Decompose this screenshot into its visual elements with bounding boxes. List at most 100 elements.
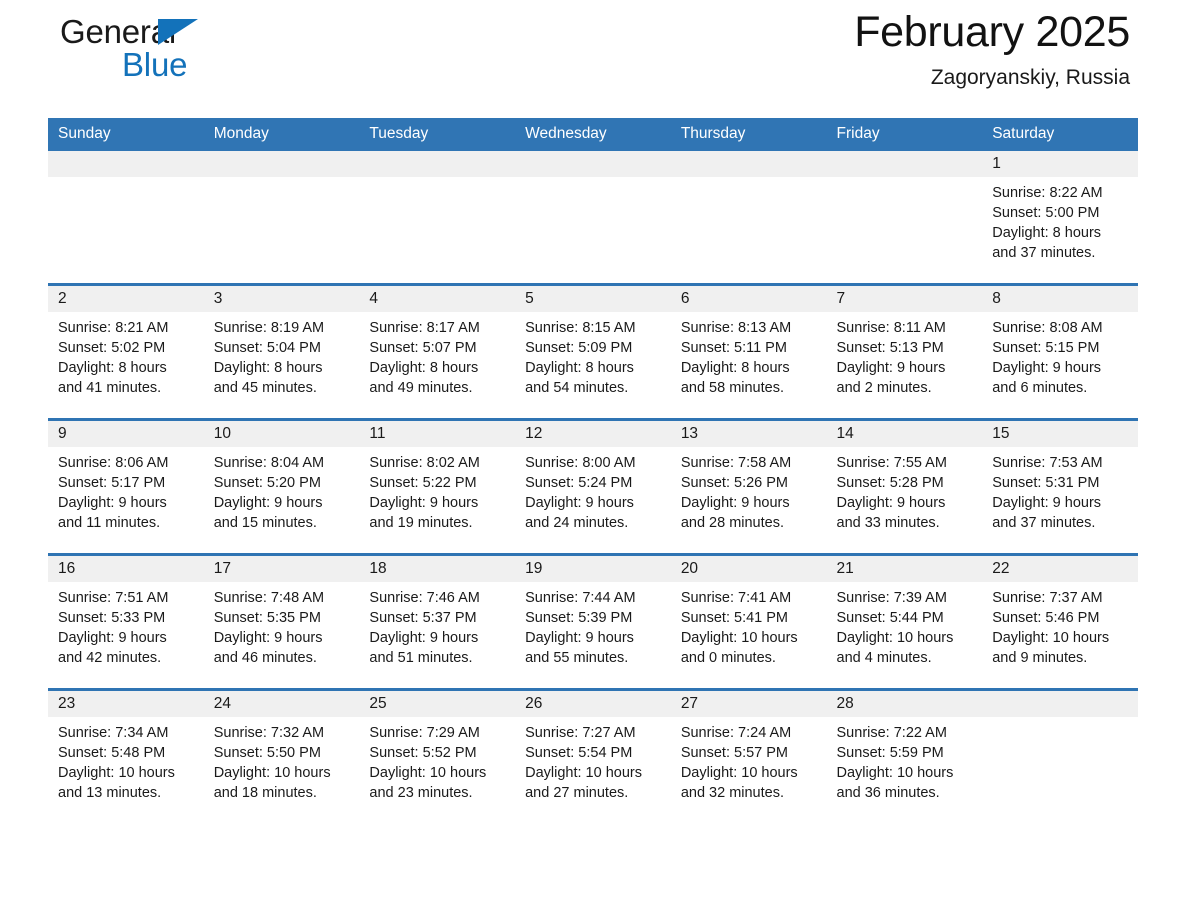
calendar-day-cell[interactable]: 4 Sunrise: 8:17 AM Sunset: 5:07 PM Daylight…	[359, 283, 516, 420]
daylight-text: Daylight: 9 hours	[213, 495, 323, 511]
daylight-text: and 0 minutes.	[680, 650, 776, 666]
day-number: 2	[48, 286, 204, 312]
daylight-text: Daylight: 10 hours	[369, 765, 487, 781]
day-details: Sunrise: 8:11 AM Sunset: 5:13 PM Daylight:…	[827, 312, 983, 398]
calendar-day-cell[interactable]: 7 Sunrise: 8:11 AM Sunset: 5:13 PM Daylight…	[826, 283, 983, 420]
sunrise-text: Sunrise: 8:13 AM	[680, 320, 792, 336]
daylight-text: and 24 minutes.	[525, 515, 629, 531]
day-number: 19	[515, 556, 671, 582]
calendar-day-cell[interactable]: 8 Sunrise: 8:08 AM Sunset: 5:15 PM Daylight…	[982, 283, 1138, 420]
day-details: Sunrise: 7:55 AM Sunset: 5:28 PM Daylight:…	[827, 447, 983, 533]
weekday-header-sunday: Sunday	[48, 118, 204, 151]
calendar-day-cell[interactable]: 19 Sunrise: 7:44 AM Sunset: 5:39 PM Dayligh…	[515, 553, 671, 690]
day-details: Sunrise: 7:48 AM Sunset: 5:35 PM Daylight:…	[204, 582, 360, 668]
daylight-text: and 37 minutes.	[992, 515, 1096, 531]
day-number: 16	[48, 556, 204, 582]
calendar-day-cell[interactable]: 28 Sunrise: 7:22 AM Sunset: 5:59 PM Dayligh…	[826, 688, 983, 823]
day-number: 17	[203, 556, 360, 582]
calendar-day-cell[interactable]: 1 Sunrise: 8:22 AM Sunset: 5:00 PM Daylight…	[982, 151, 1138, 285]
daylight-text: Daylight: 8 hours	[369, 360, 479, 376]
calendar-day-cell[interactable]: 14 Sunrise: 7:55 AM Sunset: 5:28 PM Dayligh…	[826, 418, 983, 555]
daylight-text: Daylight: 9 hours	[680, 495, 790, 511]
day-details: Sunrise: 8:06 AM Sunset: 5:17 PM Daylight:…	[48, 447, 204, 533]
day-number: 13	[670, 421, 827, 447]
day-details: Sunrise: 8:19 AM Sunset: 5:04 PM Daylight:…	[204, 312, 360, 398]
sunset-text: Sunset: 5:00 PM	[992, 205, 1100, 221]
day-details: Sunrise: 8:02 AM Sunset: 5:22 PM Daylight:…	[359, 447, 515, 533]
sunrise-text: Sunrise: 7:51 AM	[58, 590, 169, 606]
day-details	[982, 717, 1138, 723]
daylight-text: and 45 minutes.	[213, 380, 317, 396]
day-details: Sunrise: 8:08 AM Sunset: 5:15 PM Daylight:…	[982, 312, 1138, 398]
calendar-body: 1 Sunrise: 8:22 AM Sunset: 5:00 PM Daylight…	[48, 151, 1138, 823]
day-number: 7	[826, 286, 983, 312]
sunset-text: Sunset: 5:41 PM	[680, 610, 789, 626]
calendar-day-cell[interactable]: 5 Sunrise: 8:15 AM Sunset: 5:09 PM Daylight…	[515, 283, 671, 420]
sunset-text: Sunset: 5:44 PM	[836, 610, 944, 626]
daylight-text: Daylight: 9 hours	[836, 495, 946, 511]
calendar-day-cell[interactable]: 21 Sunrise: 7:39 AM Sunset: 5:44 PM Dayligh…	[826, 553, 983, 690]
day-details: Sunrise: 7:27 AM Sunset: 5:54 PM Daylight:…	[515, 717, 671, 803]
sunrise-text: Sunrise: 7:41 AM	[680, 590, 792, 606]
calendar-day-cell[interactable]: 16 Sunrise: 7:51 AM Sunset: 5:33 PM Dayligh…	[48, 553, 204, 690]
weekday-header-tuesday: Tuesday	[359, 118, 516, 151]
sunset-text: Sunset: 5:02 PM	[58, 340, 166, 356]
calendar-day-cell[interactable]: 27 Sunrise: 7:24 AM Sunset: 5:57 PM Dayligh…	[670, 688, 827, 823]
calendar-day-cell[interactable]: 2 Sunrise: 8:21 AM Sunset: 5:02 PM Daylight…	[48, 283, 204, 420]
calendar-header: Sunday Monday Tuesday Wednesday Thursday…	[48, 118, 1138, 151]
calendar-day-cell[interactable]: 13 Sunrise: 7:58 AM Sunset: 5:26 PM Dayligh…	[670, 418, 827, 555]
daylight-text: and 49 minutes.	[369, 380, 473, 396]
calendar-day-cell[interactable]: 24 Sunrise: 7:32 AM Sunset: 5:50 PM Dayligh…	[203, 688, 360, 823]
sunrise-text: Sunrise: 8:08 AM	[992, 320, 1103, 336]
calendar-day-cell[interactable]: 6 Sunrise: 8:13 AM Sunset: 5:11 PM Daylight…	[670, 283, 827, 420]
daylight-text: Daylight: 8 hours	[992, 225, 1102, 241]
day-number: 25	[359, 691, 516, 717]
sunset-text: Sunset: 5:20 PM	[213, 475, 321, 491]
weekday-header-friday: Friday	[826, 118, 983, 151]
daylight-text: Daylight: 9 hours	[58, 630, 167, 646]
daylight-text: Daylight: 10 hours	[213, 765, 331, 781]
title-block: February 2025 Zagoryanskiy, Russia	[854, 6, 1130, 92]
calendar-day-cell[interactable]: 11 Sunrise: 8:02 AM Sunset: 5:22 PM Dayligh…	[359, 418, 516, 555]
calendar-day-cell[interactable]: 10 Sunrise: 8:04 AM Sunset: 5:20 PM Dayligh…	[203, 418, 360, 555]
day-number: 27	[670, 691, 827, 717]
calendar-day-cell[interactable]: 22 Sunrise: 7:37 AM Sunset: 5:46 PM Dayligh…	[982, 553, 1138, 690]
sunrise-text: Sunrise: 7:53 AM	[992, 455, 1103, 471]
daylight-text: Daylight: 9 hours	[58, 495, 167, 511]
calendar-day-cell[interactable]: 20 Sunrise: 7:41 AM Sunset: 5:41 PM Dayligh…	[670, 553, 827, 690]
day-number: 24	[203, 691, 360, 717]
sunrise-text: Sunrise: 7:48 AM	[213, 590, 325, 606]
day-details	[827, 177, 983, 183]
daylight-text: and 37 minutes.	[992, 245, 1096, 261]
day-details: Sunrise: 8:21 AM Sunset: 5:02 PM Daylight:…	[48, 312, 204, 398]
day-details: Sunrise: 7:29 AM Sunset: 5:52 PM Daylight:…	[359, 717, 515, 803]
sunset-text: Sunset: 5:37 PM	[369, 610, 477, 626]
day-number: 8	[982, 286, 1138, 312]
day-number: 14	[826, 421, 983, 447]
calendar-day-cell[interactable]: 15 Sunrise: 7:53 AM Sunset: 5:31 PM Dayligh…	[982, 418, 1138, 555]
calendar-day-cell[interactable]: 12 Sunrise: 8:00 AM Sunset: 5:24 PM Dayligh…	[515, 418, 671, 555]
sunrise-text: Sunrise: 8:02 AM	[369, 455, 480, 471]
sunset-text: Sunset: 5:17 PM	[58, 475, 166, 491]
daylight-text: and 51 minutes.	[369, 650, 473, 666]
daylight-text: Daylight: 8 hours	[58, 360, 167, 376]
calendar-day-cell[interactable]: 17 Sunrise: 7:48 AM Sunset: 5:35 PM Dayligh…	[203, 553, 360, 690]
calendar-day-cell[interactable]: 25 Sunrise: 7:29 AM Sunset: 5:52 PM Dayligh…	[359, 688, 516, 823]
calendar-day-cell[interactable]: 26 Sunrise: 7:27 AM Sunset: 5:54 PM Dayligh…	[515, 688, 671, 823]
daylight-text: and 46 minutes.	[213, 650, 317, 666]
month-calendar: Sunday Monday Tuesday Wednesday Thursday…	[48, 118, 1138, 823]
day-details: Sunrise: 7:58 AM Sunset: 5:26 PM Daylight:…	[671, 447, 827, 533]
daylight-text: and 27 minutes.	[525, 785, 629, 801]
calendar-week-row: 9 Sunrise: 8:06 AM Sunset: 5:17 PM Daylight…	[48, 418, 1138, 555]
daylight-text: Daylight: 10 hours	[680, 630, 798, 646]
day-details: Sunrise: 7:37 AM Sunset: 5:46 PM Daylight:…	[982, 582, 1138, 668]
daylight-text: and 28 minutes.	[680, 515, 784, 531]
weekday-header-row: Sunday Monday Tuesday Wednesday Thursday…	[48, 118, 1138, 151]
calendar-day-cell[interactable]: 9 Sunrise: 8:06 AM Sunset: 5:17 PM Daylight…	[48, 418, 204, 555]
calendar-day-cell[interactable]: 18 Sunrise: 7:46 AM Sunset: 5:37 PM Dayligh…	[359, 553, 516, 690]
calendar-day-cell[interactable]: 3 Sunrise: 8:19 AM Sunset: 5:04 PM Daylight…	[203, 283, 360, 420]
calendar-day-cell[interactable]: 23 Sunrise: 7:34 AM Sunset: 5:48 PM Dayligh…	[48, 688, 204, 823]
sunset-text: Sunset: 5:33 PM	[58, 610, 166, 626]
weekday-header-wednesday: Wednesday	[515, 118, 671, 151]
daylight-text: and 23 minutes.	[369, 785, 473, 801]
